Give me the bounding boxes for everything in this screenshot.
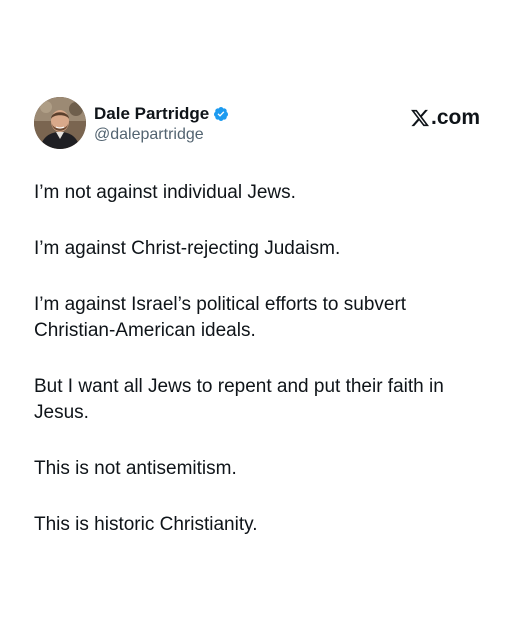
verified-badge-icon: [213, 106, 229, 122]
post-paragraph: I’m not against individual Jews.: [34, 182, 296, 203]
post-header: Dale Partridge @dalepartridge .com: [34, 97, 480, 153]
post-paragraph: I’m against Israel’s political efforts t…: [34, 294, 407, 341]
brand-text: .com: [430, 106, 480, 129]
post-paragraph: But I want all Jews to repent and put th…: [34, 376, 444, 423]
post-paragraph: This is historic Christianity.: [34, 514, 258, 535]
brand: .com: [410, 105, 480, 131]
x-logo-icon: [410, 108, 430, 128]
author-handle[interactable]: @dalepartridge: [94, 125, 229, 145]
avatar[interactable]: [34, 97, 86, 149]
post-paragraph: I’m against Christ-rejecting Judaism.: [34, 238, 341, 259]
avatar-image: [34, 97, 86, 149]
author-name-row: Dale Partridge: [94, 103, 229, 125]
author-name[interactable]: Dale Partridge: [94, 103, 209, 125]
author-info: Dale Partridge @dalepartridge: [94, 103, 229, 145]
post-paragraph: This is not antisemitism.: [34, 458, 237, 479]
post-card: Dale Partridge @dalepartridge .com I’m n…: [0, 0, 512, 640]
post-body: I’m not against individual Jews. I’m aga…: [34, 180, 480, 568]
